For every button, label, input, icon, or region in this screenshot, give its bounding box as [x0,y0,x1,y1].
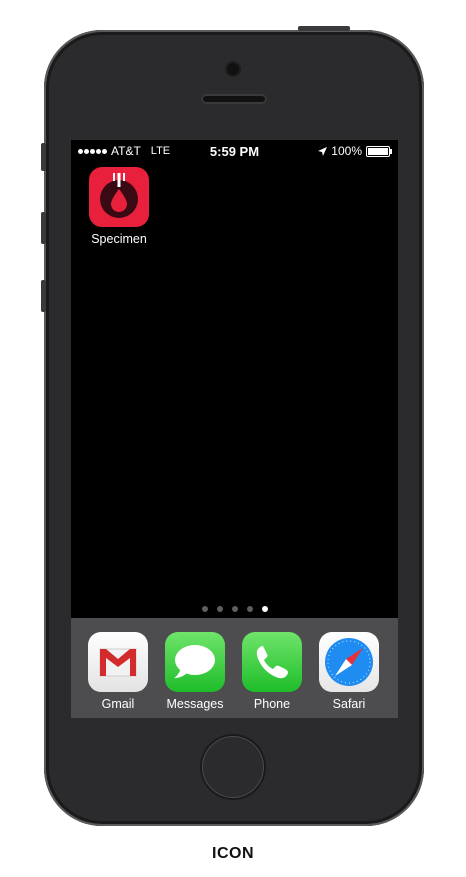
battery-icon [366,145,392,157]
dock-app-gmail[interactable]: Gmail [80,632,156,711]
status-bar: AT&T LTE 5:59 PM 100% [71,140,398,162]
sleep-button[interactable] [298,26,350,31]
app-specimen[interactable]: Specimen [81,167,157,246]
home-button[interactable] [202,736,264,798]
phone-icon [242,632,302,692]
app-label: Gmail [101,697,135,711]
dock-app-messages[interactable]: Messages [157,632,233,711]
page-dot [201,606,208,612]
dock: Gmail Messages Phone Safari [71,618,398,718]
screen: AT&T LTE 5:59 PM 100% Specimen Gmail Mes… [71,140,398,718]
location-arrow-icon [318,146,328,156]
gmail-icon [88,632,148,692]
front-camera [227,63,239,75]
messages-icon [165,632,225,692]
dock-app-phone[interactable]: Phone [234,632,310,711]
volume-up-button[interactable] [41,212,46,244]
safari-icon [319,632,379,692]
specimen-icon [89,167,149,227]
caption: ICON [212,845,254,862]
page-dot [246,606,253,612]
page-indicator[interactable] [71,606,398,612]
app-label: Specimen [91,232,147,246]
page-dot [216,606,223,612]
earpiece-speaker [201,94,267,104]
app-label: Messages [166,697,224,711]
page-dot [231,606,238,612]
app-label: Safari [332,697,366,711]
dock-app-safari[interactable]: Safari [311,632,387,711]
app-label: Phone [253,697,291,711]
page-dot-active [261,606,268,612]
mute-switch[interactable] [41,143,46,171]
battery-percent: 100% [331,144,362,158]
volume-down-button[interactable] [41,280,46,312]
